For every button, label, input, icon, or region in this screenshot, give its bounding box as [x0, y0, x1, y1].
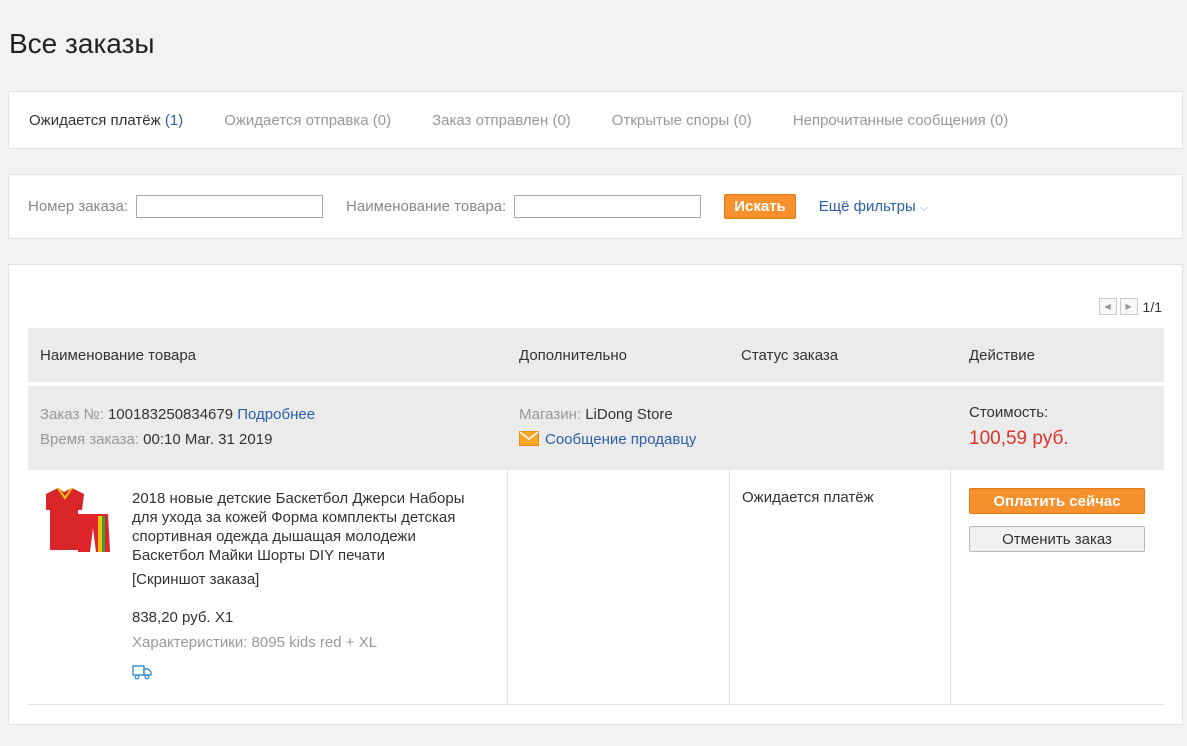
- order-cost: 100,59 руб.: [969, 428, 1069, 449]
- cancel-order-button[interactable]: Отменить заказ: [969, 526, 1145, 552]
- search-button[interactable]: Искать: [724, 194, 796, 219]
- store-row: Магазин: LiDong Store: [519, 406, 673, 423]
- chevron-down-icon: ⌵: [919, 202, 929, 214]
- message-seller-row[interactable]: Сообщение продавцу: [519, 431, 696, 448]
- more-filters-label: Ещё фильтры: [818, 198, 916, 215]
- column-divider: [950, 470, 951, 705]
- product-title-link[interactable]: 2018 новые детские Баскетбол Джерси Набо…: [132, 489, 492, 565]
- order-item-row: 2018 новые детские Баскетбол Джерси Набо…: [28, 470, 1164, 705]
- header-action: Действие: [969, 347, 1035, 364]
- tab-awaiting-shipment[interactable]: Ожидается отправка (0): [224, 112, 391, 129]
- pager-prev-button[interactable]: ◀: [1098, 298, 1117, 315]
- tab-open-disputes[interactable]: Открытые споры (0): [612, 112, 752, 129]
- status-tabs: Ожидается платёж (1) Ожидается отправка …: [8, 91, 1183, 149]
- product-specs: Характеристики: 8095 kids red + XL: [132, 634, 378, 651]
- order-status: Ожидается платёж: [742, 489, 874, 506]
- pager-text: 1/1: [1142, 298, 1162, 315]
- product-name-label: Наименование товара:: [346, 198, 507, 215]
- header-order-status: Статус заказа: [741, 347, 839, 364]
- store-name: LiDong Store: [585, 406, 673, 423]
- envelope-icon: [519, 431, 539, 446]
- truck-icon[interactable]: [132, 664, 152, 680]
- order-time-row: Время заказа: 00:10 Mar. 31 2019: [40, 431, 272, 448]
- product-name-input[interactable]: [514, 195, 702, 218]
- tab-count: (1): [164, 111, 184, 129]
- orders-panel: ◀ ▶ 1/1 Наименование товара Дополнительн…: [8, 264, 1183, 725]
- order-number: 100183250834679: [107, 406, 234, 423]
- table-header: Наименование товара Дополнительно Статус…: [28, 328, 1164, 384]
- chevron-left-icon: ◀: [1104, 302, 1111, 311]
- tab-shipped[interactable]: Заказ отправлен (0): [432, 112, 571, 129]
- column-divider: [507, 470, 508, 705]
- order-header: Заказ №: 100183250834679 Подробнее Время…: [28, 386, 1164, 470]
- pager-next-button[interactable]: ▶: [1119, 298, 1138, 315]
- order-number-input[interactable]: [136, 195, 324, 218]
- column-divider: [729, 470, 730, 705]
- pay-now-button[interactable]: Оплатить сейчас: [969, 488, 1145, 514]
- order-time-label: Время заказа:: [40, 431, 139, 448]
- tab-unread-messages[interactable]: Непрочитанные сообщения (0): [793, 112, 1009, 129]
- order-time: 00:10 Mar. 31 2019: [143, 431, 273, 448]
- order-number-row: Заказ №: 100183250834679 Подробнее: [40, 406, 315, 423]
- filter-bar: Номер заказа: Наименование товара: Искат…: [8, 174, 1183, 239]
- order-number-label: Номер заказа:: [28, 198, 129, 215]
- header-additional: Дополнительно: [519, 347, 627, 364]
- store-label: Магазин:: [519, 406, 582, 423]
- order-number-label: Заказ №:: [40, 406, 104, 423]
- cost-label: Стоимость:: [969, 404, 1049, 421]
- order-snapshot-link[interactable]: [Скриншот заказа]: [132, 571, 259, 588]
- message-seller-link[interactable]: Сообщение продавцу: [545, 431, 696, 448]
- tab-awaiting-payment[interactable]: Ожидается платёж (1): [29, 112, 183, 129]
- order-details-link[interactable]: Подробнее: [237, 406, 315, 423]
- tab-label: Ожидается платёж: [29, 111, 161, 129]
- chevron-right-icon: ▶: [1125, 302, 1132, 311]
- header-product-name: Наименование товара: [40, 347, 197, 364]
- more-filters-link[interactable]: Ещё фильтры ⌵: [819, 198, 928, 215]
- product-image[interactable]: [38, 484, 118, 564]
- pager: ◀ ▶ 1/1: [1098, 298, 1162, 315]
- price-quantity: 838,20 руб. X1: [132, 609, 234, 626]
- page-title: Все заказы: [9, 28, 155, 59]
